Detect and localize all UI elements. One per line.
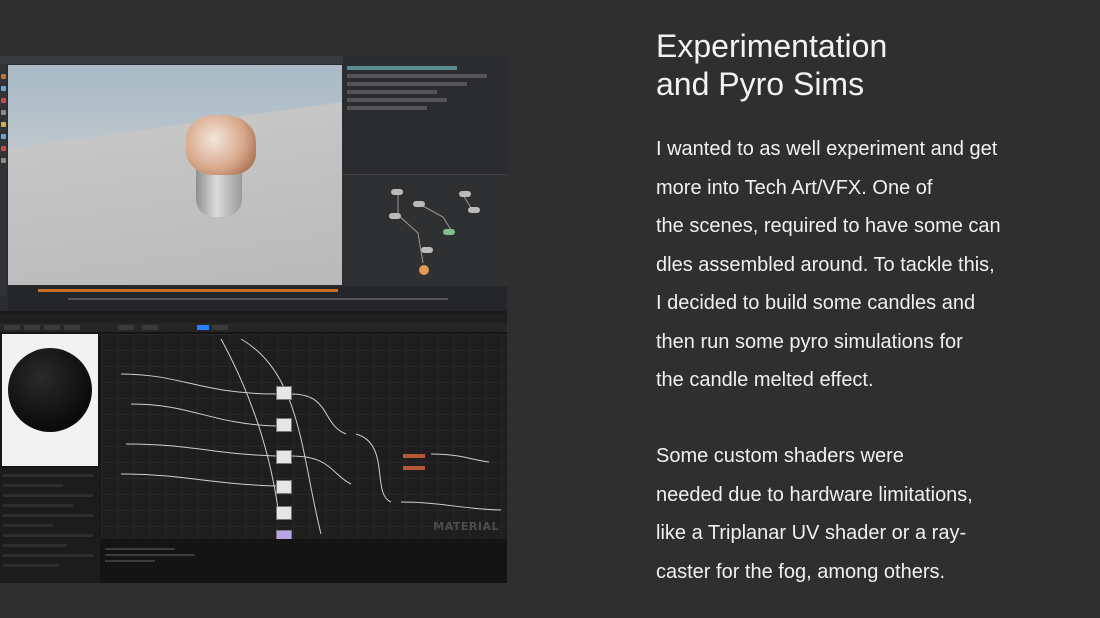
network-node[interactable] [421, 247, 433, 253]
node-graph-wires [120, 338, 502, 535]
toolbar-button[interactable] [212, 325, 228, 330]
description-paragraph-1: I wanted to as well experiment and get m… [656, 130, 1086, 400]
network-output-node[interactable] [419, 265, 429, 275]
unreal-material-editor-screenshot: MATERIAL [0, 314, 507, 583]
paragraph-line: Some custom shaders were [656, 445, 904, 467]
tool-icon [1, 110, 6, 115]
tool-icon [1, 98, 6, 103]
tool-icon [1, 158, 6, 163]
tool-icon [1, 74, 6, 79]
log-row [105, 548, 175, 550]
paragraph-line: caster for the fog, among others. [656, 560, 946, 583]
unreal-menubar [0, 314, 507, 323]
paragraph-line: like a Triplanar UV shader or a ray- [656, 522, 967, 544]
material-node[interactable] [276, 480, 292, 494]
parameter-row [347, 74, 487, 78]
compiler-log-panel [101, 540, 507, 583]
timeline-track [68, 298, 448, 300]
parameter-row [347, 90, 437, 94]
toolbar-button[interactable] [24, 325, 40, 330]
toolbar-button[interactable] [4, 325, 20, 330]
material-node[interactable] [276, 450, 292, 464]
tool-icon [1, 86, 6, 91]
toolbar-button[interactable] [142, 325, 158, 330]
paragraph-line: then run some pyro simulations for [656, 330, 963, 353]
log-row [105, 554, 195, 556]
parameter-row [347, 66, 457, 70]
log-row [105, 560, 155, 562]
details-row [3, 484, 63, 487]
timeline-range [38, 289, 338, 292]
material-node[interactable] [276, 386, 292, 400]
material-preview [2, 334, 98, 466]
network-node[interactable] [389, 213, 401, 219]
material-node[interactable] [276, 530, 292, 539]
houdini-tool-strip [0, 64, 7, 296]
candle-melt-simulation [186, 115, 256, 175]
preview-sphere [8, 348, 92, 432]
houdini-viewport [8, 65, 342, 285]
material-node-parameter[interactable] [403, 466, 425, 470]
paragraph-line: needed due to hardware limitations, [656, 483, 973, 506]
details-row [3, 554, 93, 557]
material-node-parameter[interactable] [403, 454, 425, 458]
details-row [3, 474, 93, 477]
details-row [3, 494, 93, 497]
title-line: and Pyro Sims [656, 66, 865, 102]
description-paragraph-2: Some custom shaders were needed due to h… [656, 437, 1086, 591]
material-node[interactable] [276, 506, 292, 520]
ground-plane [8, 95, 342, 285]
material-node[interactable] [276, 418, 292, 432]
toolbar-button[interactable] [64, 325, 80, 330]
paragraph-line: the scenes, required to have some can [656, 215, 1001, 237]
details-row [3, 544, 67, 547]
tool-icon [1, 146, 6, 151]
material-node-graph[interactable]: MATERIAL [101, 334, 507, 539]
paragraph-line: I decided to build some candles and [656, 292, 976, 314]
network-node[interactable] [459, 191, 471, 197]
paragraph-line: I wanted to as well experiment and get [656, 138, 998, 160]
details-row [3, 534, 93, 537]
network-node[interactable] [413, 201, 425, 207]
screenshot-composite: MATERIAL [0, 56, 507, 583]
parameter-row [347, 82, 467, 86]
details-row [3, 514, 93, 517]
graph-watermark: MATERIAL [433, 520, 499, 533]
paragraph-line: more into Tech Art/VFX. One of [656, 176, 933, 199]
toolbar-button[interactable] [118, 325, 134, 330]
toolbar-button-active[interactable] [197, 325, 209, 330]
details-row [3, 524, 53, 527]
slide-title: Experimentation and Pyro Sims [656, 27, 1076, 103]
parameter-row [347, 98, 447, 102]
houdini-window-screenshot [0, 56, 507, 311]
title-line: Experimentation [656, 28, 888, 64]
toolbar-button[interactable] [44, 325, 60, 330]
tool-icon [1, 122, 6, 127]
network-node[interactable] [468, 207, 480, 213]
tool-icon [1, 134, 6, 139]
network-node[interactable] [391, 189, 403, 195]
paragraph-line: the candle melted effect. [656, 369, 874, 391]
unreal-toolbar [0, 323, 507, 332]
details-panel [0, 468, 100, 583]
details-row [3, 564, 59, 567]
parameter-row [347, 106, 427, 110]
paragraph-line: dles assembled around. To tackle this, [656, 253, 995, 276]
details-row [3, 504, 73, 507]
houdini-network-editor [343, 174, 507, 287]
houdini-timeline[interactable] [8, 286, 507, 311]
network-node[interactable] [443, 229, 455, 235]
